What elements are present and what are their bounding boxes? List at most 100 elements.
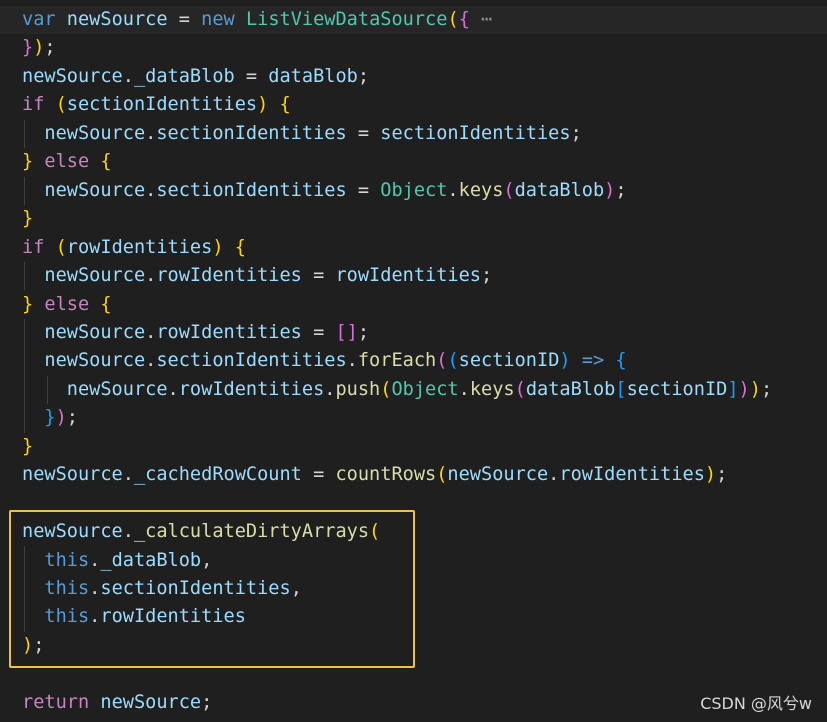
code-line[interactable]: }); [0,34,56,62]
code-line[interactable]: newSource._dataBlob = dataBlob; [0,63,369,91]
code-line[interactable]: } [0,433,33,461]
code-token: ( [55,236,67,258]
code-token: = [301,464,336,486]
code-token: ) [33,37,45,59]
code-token: { [458,9,470,30]
code-line[interactable]: }); [0,404,78,432]
code-token: _cachedRowCount [133,464,302,486]
code-line[interactable]: return newSource; [0,689,212,717]
code-token: ] [346,321,358,343]
code-line[interactable] [0,660,22,688]
fold-ellipsis-icon[interactable]: ⋯ [481,9,492,30]
code-token: = [301,265,336,287]
code-token: ; [201,691,213,713]
code-token: . [145,350,157,372]
indent-guide [24,262,25,290]
code-token: . [89,549,101,571]
code-line[interactable]: if (sectionIdentities) { [0,91,291,119]
code-token: newSource [447,464,549,486]
indent-guide [24,546,25,632]
code-token: ListViewDataSource [245,9,448,30]
code-line[interactable]: if (rowIdentities) { [0,234,246,262]
code-token: { [234,236,246,258]
code-line[interactable]: var newSource = new ListViewDataSource({… [0,6,827,34]
code-token: newSource [66,9,168,30]
code-token: ( [436,464,448,486]
code-token: newSource [22,65,123,87]
code-token: . [145,122,157,144]
code-editor[interactable]: var newSource = new ListViewDataSource({… [0,0,827,722]
code-token: , [201,549,213,571]
code-token: => [581,350,605,372]
code-line[interactable]: } [0,205,33,233]
code-line[interactable]: newSource.rowIdentities = []; [0,319,369,347]
indent-guide [47,376,48,404]
code-token: ( [380,378,392,400]
code-token: _calculateDirtyArrays [133,521,370,543]
watermark: CSDN @风兮w [700,694,812,713]
code-line[interactable]: newSource.sectionIdentities.forEach((sec… [0,347,627,375]
code-token: . [167,378,179,400]
code-token: newSource [100,691,202,713]
code-token: } [22,208,34,230]
code-token: ; [481,265,493,287]
code-token: ] [727,378,739,400]
code-token: ; [615,179,627,201]
code-token: . [324,378,336,400]
code-line[interactable]: newSource.rowIdentities = rowIdentities; [0,262,492,290]
code-token: rowIdentities [335,265,481,287]
code-token: sectionIdentities [156,122,347,144]
code-token: _dataBlob [133,65,235,87]
code-token: { [615,350,627,372]
code-line[interactable]: } else { [0,291,112,319]
code-line[interactable]: } else { [0,148,112,176]
code-line[interactable]: this.rowIdentities [0,603,246,631]
code-token: = [234,65,269,87]
code-line[interactable]: this._dataBlob, [0,547,212,575]
code-token: sectionID [458,350,560,372]
code-token: sectionIdentities [156,350,347,372]
code-token: keys [458,179,504,201]
code-token: rowIdentities [178,378,325,400]
code-token: . [145,321,157,343]
code-line[interactable] [0,490,22,518]
code-token: dataBlob [514,179,605,201]
code-token: . [548,464,560,486]
code-token: = [346,122,381,144]
code-token: ) [22,634,34,656]
code-token: . [89,606,101,628]
code-token: ( [514,378,526,400]
code-line[interactable]: ); [0,632,44,660]
code-token: } [22,293,34,315]
code-token: ; [760,378,773,400]
code-token: . [458,378,470,400]
code-line[interactable]: newSource._cachedRowCount = countRows(ne… [0,461,727,489]
code-line[interactable]: newSource._calculateDirtyArrays( [0,518,380,546]
code-line[interactable]: newSource.sectionIdentities = Object.key… [0,177,627,205]
code-token: newSource [44,321,146,343]
code-token: newSource [44,265,146,287]
code-token: if [22,236,45,258]
code-token: newSource [44,179,146,201]
code-line[interactable]: newSource.sectionIdentities = sectionIde… [0,120,581,148]
code-token: this [44,606,90,628]
code-token: ) [212,236,224,258]
code-line[interactable]: this.sectionIdentities, [0,575,302,603]
code-token: = [301,321,336,343]
code-token: ) [704,464,717,486]
code-token: ; [44,37,56,59]
code-line[interactable]: newSource.rowIdentities.push(Object.keys… [0,376,772,404]
code-token: newSource [22,464,123,486]
code-token: if [22,94,45,116]
